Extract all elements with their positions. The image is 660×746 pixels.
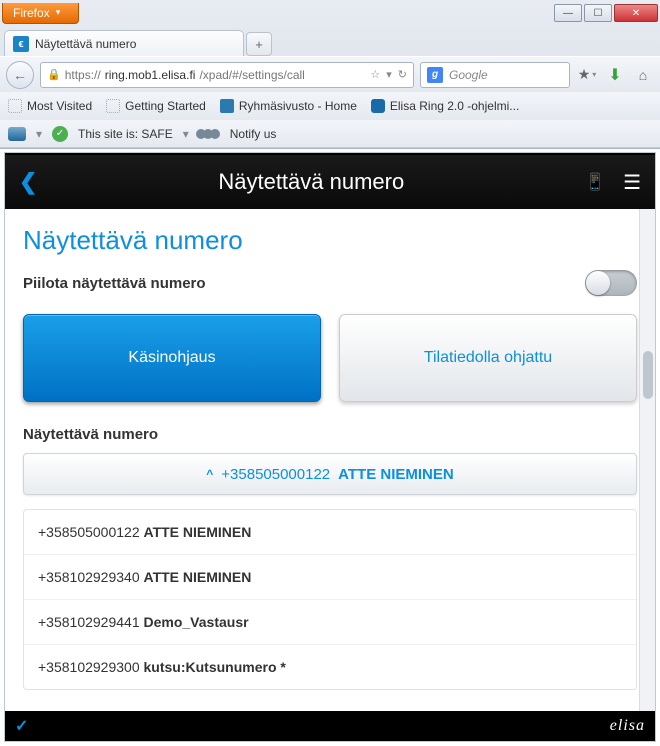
scrollbar-thumb[interactable] <box>643 351 653 399</box>
back-button[interactable]: ❮ <box>19 169 37 195</box>
list-item[interactable]: +358505000122 ATTE NIEMINEN <box>24 510 636 555</box>
maximize-button[interactable]: ☐ <box>584 4 612 22</box>
item-number: +358102929340 <box>38 569 140 585</box>
notify-label[interactable]: Notify us <box>230 127 277 141</box>
item-name: kutsu:Kutsunumero * <box>144 659 286 675</box>
list-item[interactable]: +358102929340 ATTE NIEMINEN <box>24 555 636 600</box>
close-button[interactable]: ✕ <box>614 4 658 22</box>
item-number: +358102929441 <box>38 614 140 630</box>
bookmark-toolbar: Most Visited Getting Started Ryhmäsivust… <box>0 92 660 120</box>
confirm-check-icon[interactable]: ✓ <box>15 716 28 736</box>
item-name: Demo_Vastausr <box>144 614 249 630</box>
favicon-icon: ϵ <box>13 36 29 52</box>
number-list: +358505000122 ATTE NIEMINEN +35810292934… <box>23 509 637 690</box>
wot-status: This site is: SAFE <box>78 127 173 141</box>
app-viewport: ❮ Näytettävä numero 📱 ☰ Näytettävä numer… <box>4 152 656 742</box>
page-title: Näytettävä numero <box>23 225 637 256</box>
bookmark-most-visited[interactable]: Most Visited <box>8 99 92 113</box>
addon-toolbar: ▾ ✓ This site is: SAFE ▾ Notify us <box>0 120 660 148</box>
item-name: ATTE NIEMINEN <box>144 524 252 540</box>
browser-tab[interactable]: ϵ Näytettävä numero <box>4 30 244 56</box>
url-path: /xpad/#/settings/call <box>199 68 304 82</box>
hide-number-toggle[interactable] <box>585 270 637 296</box>
url-bar[interactable]: 🔒 https:// ring.mob1.elisa.fi/xpad/#/sett… <box>40 62 414 88</box>
feed-icon[interactable]: ☆ <box>370 68 380 81</box>
item-number: +358505000122 <box>38 524 140 540</box>
app-footer: ✓ elisa <box>5 711 655 741</box>
selected-number-dropdown[interactable]: ^ +358505000122 ATTE NIEMINEN <box>23 453 637 495</box>
url-host: ring.mob1.elisa.fi <box>105 68 196 82</box>
menu-icon[interactable]: ☰ <box>623 170 641 195</box>
dropdown-icon[interactable]: ▾ <box>386 68 392 81</box>
safe-icon: ✓ <box>52 126 68 142</box>
chevron-up-icon: ^ <box>206 467 213 481</box>
app-header: ❮ Näytettävä numero 📱 ☰ <box>5 153 655 209</box>
selected-number: +358505000122 <box>221 466 330 483</box>
wot-icon[interactable] <box>8 127 26 141</box>
header-title: Näytettävä numero <box>37 169 585 195</box>
brand-logo: elisa <box>610 717 645 735</box>
minimize-button[interactable]: — <box>554 4 582 22</box>
search-bar[interactable]: g Google <box>420 62 570 88</box>
hide-number-label: Piilota näytettävä numero <box>23 275 206 292</box>
browser-chrome: Firefox — ☐ ✕ ϵ Näytettävä numero + ← 🔒 … <box>0 0 660 149</box>
home-button[interactable]: ⌂ <box>632 64 654 86</box>
status-driven-button[interactable]: Tilatiedolla ohjattu <box>339 314 637 402</box>
nav-back-button[interactable]: ← <box>6 61 34 89</box>
phone-icon[interactable]: 📱 <box>585 172 605 192</box>
tab-title: Näytettävä numero <box>35 37 136 51</box>
reload-icon[interactable]: ↻ <box>398 68 407 81</box>
item-number: +358102929300 <box>38 659 140 675</box>
app-content-scroll[interactable]: Näytettävä numero Piilota näytettävä num… <box>5 209 655 711</box>
new-tab-button[interactable]: + <box>246 32 272 56</box>
number-section-label: Näytettävä numero <box>23 426 637 443</box>
scrollbar[interactable] <box>639 209 655 711</box>
lock-icon: 🔒 <box>47 68 61 81</box>
item-name: ATTE NIEMINEN <box>144 569 252 585</box>
bookmark-menu-button[interactable]: ★ <box>576 64 598 86</box>
people-icon <box>199 129 220 139</box>
list-item[interactable]: +358102929441 Demo_Vastausr <box>24 600 636 645</box>
search-placeholder: Google <box>449 68 488 82</box>
window-controls: — ☐ ✕ <box>554 4 658 22</box>
list-item[interactable]: +358102929300 kutsu:Kutsunumero * <box>24 645 636 689</box>
manual-button[interactable]: Käsinohjaus <box>23 314 321 402</box>
firefox-menu-button[interactable]: Firefox <box>2 3 79 24</box>
url-scheme: https:// <box>65 68 101 82</box>
selected-name: ATTE NIEMINEN <box>338 466 454 483</box>
bookmark-getting-started[interactable]: Getting Started <box>106 99 206 113</box>
download-button[interactable]: ⬇ <box>604 64 626 86</box>
bookmark-sharepoint[interactable]: Ryhmäsivusto - Home <box>220 99 357 113</box>
bookmark-elisaring[interactable]: Elisa Ring 2.0 -ohjelmi... <box>371 99 519 113</box>
google-icon: g <box>427 67 443 83</box>
